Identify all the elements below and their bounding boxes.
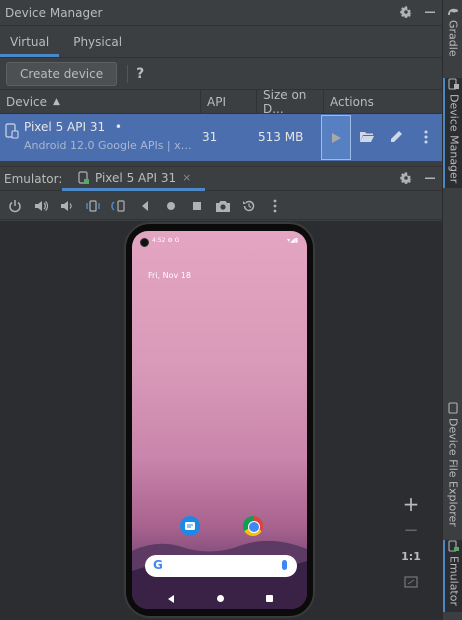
zoom-in-button[interactable]: + (398, 491, 424, 517)
zoom-out-button[interactable]: − (398, 517, 424, 543)
right-tool-window-strip: Gradle Device Manager Device File Explor… (442, 0, 462, 620)
tool-tab-emulator[interactable]: Emulator (443, 540, 462, 612)
device-manager-icon (448, 78, 459, 90)
phone-nav-bar (132, 589, 307, 609)
lock-date: Fri, Nov 18 (148, 271, 191, 280)
tab-emulator-device[interactable]: Pixel 5 API 31 × (62, 167, 206, 191)
emulator-icon (448, 540, 459, 552)
close-tab-icon[interactable]: × (182, 171, 191, 184)
phone-running-icon (78, 170, 90, 185)
device-name: Pixel 5 API 31 • (24, 120, 122, 134)
device-status-dot: • (114, 120, 122, 134)
device-toolbar: Create device ? (0, 57, 442, 89)
help-button[interactable]: ? (136, 66, 144, 82)
emulator-gear-icon[interactable] (398, 170, 414, 186)
device-subtitle: Android 12.0 Google APIs | x86... (24, 139, 194, 152)
device-manager-panel: Device Manager Virtual Physical Create d… (0, 0, 442, 620)
tab-physical[interactable]: Physical (63, 27, 132, 57)
launch-device-button[interactable] (321, 115, 351, 160)
nav-home-icon[interactable] (217, 595, 224, 602)
more-actions-button[interactable] (417, 128, 435, 146)
tab-virtual[interactable]: Virtual (0, 27, 60, 57)
nav-back-icon[interactable] (168, 595, 174, 603)
column-actions[interactable]: Actions (323, 90, 442, 114)
volume-up-icon[interactable] (30, 195, 52, 217)
front-camera-icon (140, 238, 149, 247)
volume-down-icon[interactable] (56, 195, 78, 217)
column-device[interactable]: Device ▲ (0, 90, 200, 114)
device-name-text: Pixel 5 API 31 (24, 120, 106, 134)
phone-frame: 4:52 ⚙ G ▾◢▮ Fri, Nov 18 G (124, 222, 315, 618)
snapshot-restore-icon[interactable] (238, 195, 260, 217)
google-logo-icon: G (153, 558, 163, 572)
messages-app-icon[interactable] (180, 516, 200, 536)
microphone-icon[interactable] (282, 560, 287, 570)
titlebar-actions (398, 4, 438, 20)
emulator-minimize-icon[interactable] (422, 170, 438, 186)
more-options-icon[interactable] (264, 195, 286, 217)
device-size: 513 MB (258, 130, 304, 144)
overview-icon[interactable] (186, 195, 208, 217)
fit-screen-button[interactable] (398, 569, 424, 595)
tool-tab-device-file-explorer[interactable]: Device File Explorer (443, 402, 462, 532)
tool-tab-device-manager[interactable]: Device Manager (443, 78, 462, 188)
gradle-icon (448, 8, 458, 15)
panel-titlebar: Device Manager (0, 0, 442, 26)
google-search-bar[interactable]: G (145, 555, 297, 577)
emulator-toolbar (0, 192, 442, 220)
zoom-actual-size-button[interactable]: 1:1 (398, 543, 424, 569)
show-on-disk-button[interactable] (358, 128, 376, 146)
status-left: 4:52 ⚙ G (152, 237, 180, 244)
column-device-label: Device (6, 95, 48, 109)
pencil-icon (391, 131, 402, 142)
power-icon[interactable] (4, 195, 26, 217)
device-api: 31 (202, 130, 218, 144)
tool-tab-device-manager-label: Device Manager (447, 94, 461, 184)
folder-open-icon (360, 132, 374, 142)
rotate-left-icon[interactable] (82, 195, 104, 217)
sort-ascending-icon: ▲ (53, 97, 60, 107)
file-explorer-icon (448, 402, 458, 414)
play-icon (332, 132, 341, 143)
minimize-icon[interactable] (422, 4, 438, 20)
phone-screen[interactable]: 4:52 ⚙ G ▾◢▮ Fri, Nov 18 G (132, 231, 307, 609)
emulator-tab-label: Pixel 5 API 31 (95, 170, 177, 185)
status-right: ▾◢▮ (287, 237, 298, 244)
back-icon[interactable] (134, 195, 156, 217)
rotate-right-icon[interactable] (108, 195, 130, 217)
nav-recents-icon[interactable] (266, 595, 273, 602)
tool-tab-emulator-label: Emulator (447, 556, 461, 606)
tool-tab-device-file-explorer-label: Device File Explorer (446, 418, 460, 527)
tool-tab-gradle[interactable]: Gradle (443, 6, 462, 66)
kebab-menu-icon (424, 130, 428, 144)
home-icon[interactable] (160, 195, 182, 217)
tool-tab-gradle-label: Gradle (446, 20, 460, 57)
toolbar-divider (127, 64, 129, 83)
chrome-app-icon[interactable] (243, 516, 263, 536)
create-device-button[interactable]: Create device (6, 61, 118, 86)
emulator-display-area: 4:52 ⚙ G ▾◢▮ Fri, Nov 18 G + − 1:1 (0, 221, 442, 620)
device-type-tabs: Virtual Physical (0, 27, 442, 57)
zoom-controls: + − 1:1 (398, 491, 424, 595)
camera-icon[interactable] (212, 195, 234, 217)
column-size[interactable]: Size on D... (256, 88, 323, 116)
column-api[interactable]: API (200, 90, 256, 114)
emulator-header-actions (398, 170, 438, 186)
phone-device-icon (5, 123, 19, 139)
device-table-header: Device ▲ API Size on D... Actions (0, 88, 442, 116)
table-row[interactable]: Pixel 5 API 31 • Android 12.0 Google API… (0, 114, 442, 161)
emulator-header: Emulator: Pixel 5 API 31 × (0, 166, 442, 191)
phone-status-bar: 4:52 ⚙ G ▾◢▮ (132, 231, 307, 249)
edit-device-button[interactable] (387, 128, 405, 146)
emulator-label: Emulator: (4, 171, 63, 186)
panel-title: Device Manager (5, 5, 103, 20)
gear-icon[interactable] (398, 4, 414, 20)
fit-screen-icon (404, 576, 418, 588)
